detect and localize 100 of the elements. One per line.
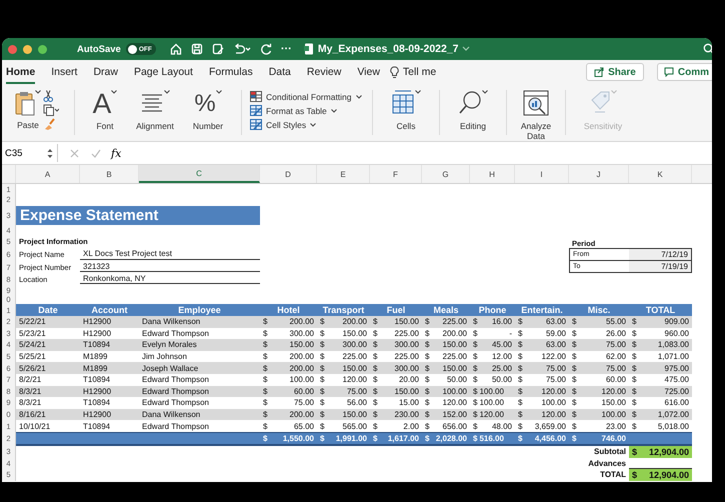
currency-symbol: $ — [518, 386, 522, 396]
caret-icon[interactable] — [310, 122, 316, 126]
amount: 60.00 — [294, 386, 314, 396]
insert-function-button[interactable]: fx — [111, 146, 122, 160]
ribbon-tab[interactable]: Draw — [93, 60, 118, 84]
column-header[interactable]: D — [260, 165, 317, 183]
amount: 225.00 — [442, 352, 467, 362]
currency-symbol: $ — [473, 375, 478, 384]
currency-symbol: $ — [373, 328, 378, 338]
amount: 960.00 — [664, 328, 689, 338]
ribbon-tab[interactable]: Data — [268, 60, 291, 84]
column-header: Phone — [478, 304, 508, 316]
name-box[interactable]: C35 — [2, 144, 58, 162]
paste-button[interactable]: Paste — [17, 120, 39, 130]
amount: 100.00 — [290, 375, 314, 384]
maximize-button[interactable] — [38, 44, 47, 54]
column-header[interactable]: I — [515, 165, 569, 183]
share-button[interactable]: Share — [586, 63, 644, 81]
stepper-icon[interactable] — [47, 148, 53, 158]
column-header[interactable]: C — [139, 165, 260, 183]
amount: 230.00 — [394, 410, 419, 420]
table-cell-text: 10/10/21 — [18, 420, 52, 432]
chart-magnifier-icon[interactable] — [523, 90, 549, 116]
currency-symbol: $ — [518, 340, 522, 350]
amount: 5,018.00 — [658, 422, 689, 431]
amount: 16.00 — [492, 317, 512, 326]
column-header[interactable]: H — [470, 165, 515, 183]
amount: 56.00 — [346, 398, 367, 408]
percent-icon[interactable]: % — [194, 90, 216, 118]
more-button[interactable]: ··· — [280, 43, 292, 55]
column-header[interactable]: K — [629, 165, 692, 183]
column-header[interactable]: E — [317, 165, 370, 183]
amount: 516.00 — [479, 434, 504, 443]
table-cell-text: T10894 — [82, 339, 112, 351]
caret-icon[interactable] — [415, 90, 421, 94]
caret-icon[interactable] — [111, 90, 118, 94]
save-icon[interactable] — [190, 43, 203, 55]
caret-icon[interactable] — [330, 108, 337, 112]
currency-symbol: $ — [263, 364, 268, 373]
amount: 565.00 — [342, 422, 367, 431]
caret-icon[interactable] — [216, 90, 222, 94]
ribbon-tab[interactable]: Page Layout — [134, 60, 193, 84]
ribbon-tab[interactable]: Insert — [51, 60, 78, 84]
number-button[interactable]: Number — [192, 121, 224, 131]
caret-icon[interactable] — [164, 90, 170, 94]
ribbon-tab[interactable]: Review — [306, 60, 342, 84]
caret-icon[interactable] — [356, 94, 362, 98]
column-header: Account — [90, 304, 128, 316]
conditional-formatting-icon — [250, 91, 262, 102]
share-icon — [594, 67, 604, 77]
home-icon[interactable] — [170, 43, 182, 55]
redo-icon[interactable] — [260, 43, 272, 55]
amount: 616.00 — [664, 398, 689, 408]
summary-label: TOTAL — [599, 469, 627, 481]
column-header[interactable]: J — [569, 165, 629, 183]
amount: 100.00 — [442, 386, 467, 396]
font-button[interactable]: Font — [96, 121, 114, 131]
scissors-icon[interactable] — [43, 90, 53, 102]
currency-symbol: $ — [320, 375, 324, 384]
amount: 300.00 — [394, 340, 419, 350]
amount: 100.00 — [479, 386, 504, 396]
undo-icon[interactable] — [232, 43, 251, 55]
checkmark-icon[interactable] — [91, 148, 101, 158]
amount: 225.00 — [394, 328, 419, 338]
column-header[interactable]: G — [422, 165, 470, 183]
save-edit-icon[interactable] — [212, 43, 224, 55]
search-icon[interactable] — [703, 43, 712, 55]
currency-symbol: $ — [632, 386, 636, 396]
currency-symbol: $ — [425, 328, 430, 338]
table-grid-icon[interactable] — [391, 90, 415, 116]
amount: 59.00 — [546, 328, 566, 338]
ribbon-tab[interactable]: Formulas — [208, 60, 253, 84]
editing-button[interactable]: Editing — [460, 121, 486, 131]
currency-symbol: $ — [518, 410, 522, 420]
format-as-table-button[interactable]: Format as Table — [250, 105, 364, 116]
magnifier-icon[interactable] — [458, 90, 482, 116]
currency-symbol: $ — [373, 422, 378, 431]
caret-icon[interactable] — [35, 90, 41, 94]
caret-icon[interactable] — [482, 90, 488, 94]
ribbon-tab[interactable]: View — [357, 60, 380, 84]
copy-icon[interactable] — [43, 104, 59, 116]
currency-symbol: $ — [632, 364, 636, 373]
amount: 4,456.00 — [534, 434, 566, 443]
amount: 200.00 — [342, 317, 367, 326]
column-header[interactable]: F — [370, 165, 422, 183]
tell-me-search[interactable]: Tell me — [402, 66, 436, 78]
currency-symbol: $ — [263, 328, 268, 338]
cell-styles-button[interactable]: Cell Styles — [250, 119, 364, 130]
alignment-button[interactable]: Alignment — [136, 121, 174, 131]
conditional-formatting-button[interactable]: Conditional Formatting — [250, 91, 364, 102]
table-cell-text: 5/23/21 — [18, 328, 47, 340]
cells-button[interactable]: Cells — [396, 121, 416, 131]
column-header[interactable]: A — [16, 165, 80, 183]
analyze-button[interactable]: Analyze Data — [518, 121, 554, 141]
comments-button[interactable]: Comm — [656, 63, 712, 81]
chevron-down-icon[interactable] — [462, 46, 470, 52]
amount: 120.00 — [479, 410, 504, 420]
font-glyph-icon[interactable]: A — [92, 90, 112, 118]
clipboard-icon[interactable] — [15, 90, 35, 116]
minimize-button[interactable] — [23, 44, 32, 54]
